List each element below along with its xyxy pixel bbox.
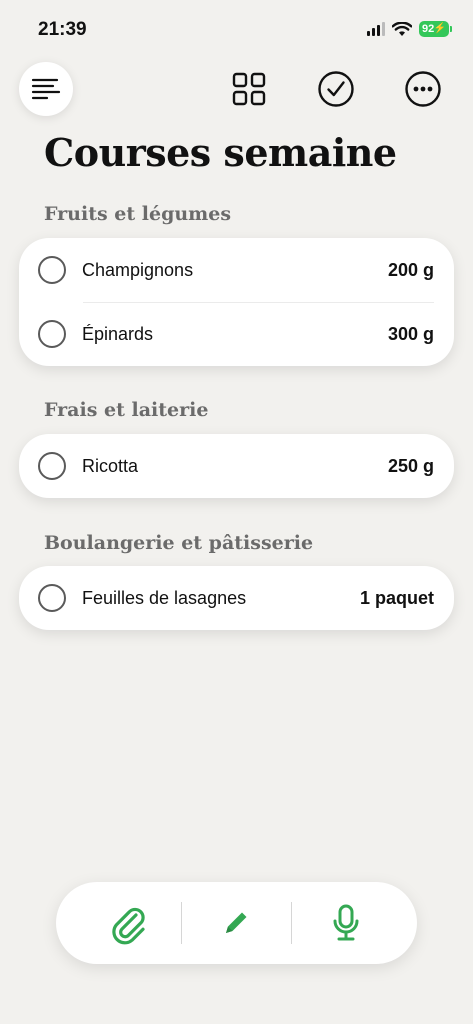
app-screen: 21:39 92 ⚡ Courses semaine Fruits et lég… xyxy=(0,0,473,1024)
battery-level: 92 xyxy=(422,23,435,35)
bottom-action-bar xyxy=(56,882,417,964)
grid-icon xyxy=(232,72,266,106)
wifi-icon xyxy=(392,21,412,36)
item-checkbox[interactable] xyxy=(38,256,66,284)
page-title: Courses semaine xyxy=(44,130,397,175)
more-options-button[interactable] xyxy=(400,66,446,112)
section-card-boulangerie: Feuilles de lasagnes 1 paquet xyxy=(19,566,454,630)
item-quantity: 1 paquet xyxy=(359,587,434,608)
voice-input-button[interactable] xyxy=(322,899,370,947)
section-heading-frais: Frais et laiterie xyxy=(44,399,209,421)
menu-button[interactable] xyxy=(19,62,73,116)
item-name: Ricotta xyxy=(82,455,139,476)
more-icon xyxy=(405,71,441,107)
divider xyxy=(181,902,182,944)
pencil-icon xyxy=(226,912,247,933)
checkmark-circle-icon xyxy=(318,71,354,107)
list-item[interactable]: Ricotta 250 g xyxy=(19,434,454,498)
item-checkbox[interactable] xyxy=(38,452,66,480)
menu-icon xyxy=(31,78,61,100)
item-name: Feuilles de lasagnes xyxy=(82,587,247,608)
paperclip-icon xyxy=(112,907,145,945)
section-heading-boulangerie: Boulangerie et pâtisserie xyxy=(44,532,314,554)
check-button[interactable] xyxy=(313,66,359,112)
item-quantity: 300 g xyxy=(387,323,434,344)
status-bar: 21:39 92 ⚡ xyxy=(0,0,473,54)
item-name: Champignons xyxy=(82,259,194,280)
divider xyxy=(291,902,292,944)
status-time: 21:39 xyxy=(38,19,87,40)
edit-button[interactable] xyxy=(212,899,260,947)
section-card-frais: Ricotta 250 g xyxy=(19,434,454,498)
attach-button[interactable] xyxy=(104,899,152,947)
item-name: Épinards xyxy=(82,323,154,344)
list-item[interactable]: Épinards 300 g xyxy=(19,302,454,366)
status-icons: 92 ⚡ xyxy=(367,21,452,37)
microphone-icon xyxy=(333,904,359,941)
battery-icon: 92 ⚡ xyxy=(419,21,452,37)
list-item[interactable]: Feuilles de lasagnes 1 paquet xyxy=(19,566,454,630)
grid-view-button[interactable] xyxy=(226,66,272,112)
charging-bolt-icon: ⚡ xyxy=(433,23,446,34)
section-heading-fruits: Fruits et légumes xyxy=(44,203,232,225)
section-card-fruits: Champignons 200 g Épinards 300 g xyxy=(19,238,454,366)
item-quantity: 250 g xyxy=(387,455,434,476)
item-checkbox[interactable] xyxy=(38,320,66,348)
cellular-signal-icon xyxy=(367,22,385,36)
list-item[interactable]: Champignons 200 g xyxy=(19,238,454,302)
item-quantity: 200 g xyxy=(387,259,434,280)
item-checkbox[interactable] xyxy=(38,584,66,612)
